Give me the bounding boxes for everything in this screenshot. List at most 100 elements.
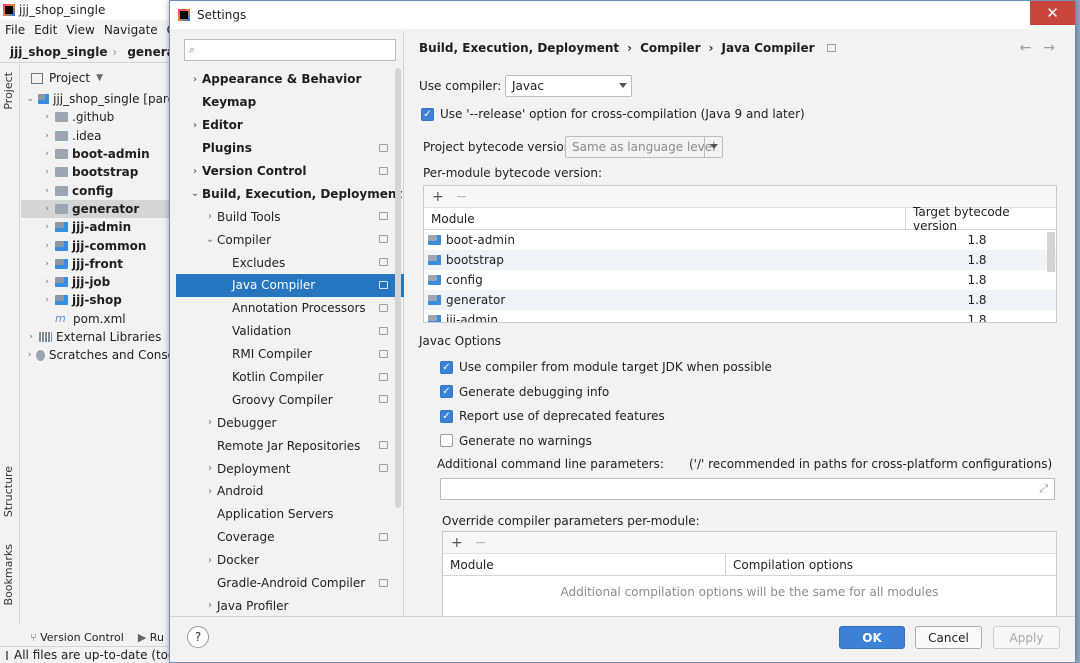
settings-tree-item[interactable]: ⌄ Build, Execution, Deployment bbox=[176, 182, 404, 205]
menu-edit[interactable]: Edit bbox=[34, 23, 57, 37]
table-row[interactable]: boot-admin 1.8 bbox=[424, 230, 1056, 250]
nav-scrollbar[interactable] bbox=[395, 68, 401, 508]
breadcrumb-module[interactable]: generato bbox=[127, 45, 175, 59]
chevron-right-icon[interactable]: › bbox=[41, 112, 53, 122]
project-tree-item[interactable]: › bootstrap bbox=[21, 163, 175, 181]
settings-tree-item[interactable]: › Android bbox=[176, 480, 404, 503]
project-tree-item[interactable]: ⌄ jjj_shop_single [pare bbox=[21, 90, 175, 108]
use-compiler-select[interactable]: Javac bbox=[505, 75, 632, 97]
settings-tree-item[interactable]: Gradle-Android Compiler bbox=[176, 572, 404, 595]
javac-option-checkbox[interactable]: Generate no warnings bbox=[440, 434, 592, 448]
close-button[interactable]: ✕ bbox=[1030, 1, 1075, 25]
chevron-right-icon[interactable]: › bbox=[203, 600, 217, 611]
expand-icon[interactable]: ⤢ bbox=[1039, 482, 1048, 496]
table-row[interactable]: generator 1.8 bbox=[424, 290, 1056, 310]
column-compilation-options[interactable]: Compilation options bbox=[726, 554, 1056, 575]
project-tree-item[interactable]: › .github bbox=[21, 108, 175, 126]
settings-tree-item[interactable]: › Deployment bbox=[176, 457, 404, 480]
javac-option-checkbox[interactable]: ✓ Report use of deprecated features bbox=[440, 409, 665, 423]
javac-option-checkbox[interactable]: ✓ Use compiler from module target JDK whe… bbox=[440, 360, 772, 374]
settings-tree-item[interactable]: › Build Tools bbox=[176, 205, 404, 228]
release-option-checkbox[interactable]: ✓ Use '--release' option for cross-compi… bbox=[421, 107, 805, 121]
settings-tree-item[interactable]: Remote Jar Repositories bbox=[176, 434, 404, 457]
chevron-right-icon[interactable]: › bbox=[188, 120, 202, 131]
project-tree-item[interactable]: › jjj-front bbox=[21, 255, 175, 273]
project-tree-item[interactable]: › jjj-job bbox=[21, 273, 175, 291]
menu-view[interactable]: View bbox=[66, 23, 94, 37]
cancel-button[interactable]: Cancel bbox=[915, 626, 982, 649]
chevron-right-icon[interactable]: › bbox=[188, 74, 202, 85]
chevron-right-icon[interactable]: › bbox=[203, 555, 217, 566]
tab-run[interactable]: ▶ Ru bbox=[138, 631, 164, 644]
settings-tree-item[interactable]: Application Servers bbox=[176, 503, 404, 526]
menu-file[interactable]: File bbox=[5, 23, 25, 37]
apply-button[interactable]: Apply bbox=[993, 626, 1060, 649]
chevron-right-icon[interactable]: › bbox=[41, 167, 53, 177]
chevron-right-icon[interactable]: › bbox=[203, 211, 217, 222]
chevron-right-icon[interactable]: › bbox=[41, 277, 53, 287]
project-bytecode-select[interactable]: Same as language level bbox=[565, 136, 723, 158]
target-version-cell[interactable]: 1.8 bbox=[906, 310, 1048, 322]
chevron-right-icon[interactable]: › bbox=[41, 204, 53, 214]
additional-params-input[interactable]: ⤢ bbox=[440, 478, 1055, 500]
chevron-right-icon[interactable]: › bbox=[203, 463, 217, 474]
menu-navigate[interactable]: Navigate bbox=[104, 23, 158, 37]
settings-tree-item[interactable]: Java Compiler bbox=[176, 274, 404, 297]
project-tree-item[interactable]: m pom.xml bbox=[21, 310, 175, 328]
chevron-right-icon[interactable]: › bbox=[41, 222, 53, 232]
project-tree-item[interactable]: › Scratches and Conso bbox=[21, 346, 175, 364]
tool-tab-project[interactable]: Project bbox=[2, 72, 15, 110]
remove-icon[interactable]: − bbox=[456, 189, 468, 205]
chevron-right-icon[interactable]: › bbox=[41, 131, 53, 141]
chevron-right-icon[interactable]: › bbox=[203, 417, 217, 428]
project-tree-item[interactable]: › boot-admin bbox=[21, 145, 175, 163]
project-tree-item[interactable]: › generator bbox=[21, 199, 175, 219]
ok-button[interactable]: OK bbox=[839, 626, 905, 649]
settings-tree-item[interactable]: Groovy Compiler bbox=[176, 388, 404, 411]
table-scrollbar[interactable] bbox=[1047, 232, 1055, 272]
chevron-right-icon[interactable]: › bbox=[25, 350, 34, 360]
settings-tree-item[interactable]: › Java Profiler bbox=[176, 594, 404, 617]
chevron-right-icon[interactable]: › bbox=[41, 259, 53, 269]
settings-tree-item[interactable]: Annotation Processors bbox=[176, 297, 404, 320]
tab-version-control[interactable]: ⑂ Version Control bbox=[30, 631, 124, 644]
settings-tree-item[interactable]: Keymap bbox=[176, 91, 404, 114]
settings-tree-item[interactable]: › Appearance & Behavior bbox=[176, 68, 404, 91]
settings-tree-item[interactable]: › Version Control bbox=[176, 160, 404, 183]
settings-tree-item[interactable]: Kotlin Compiler bbox=[176, 366, 404, 389]
project-tree-item[interactable]: › External Libraries bbox=[21, 328, 175, 346]
project-panel-title[interactable]: Project bbox=[49, 71, 90, 85]
settings-tree-item[interactable]: › Docker bbox=[176, 549, 404, 572]
javac-option-checkbox[interactable]: ✓ Generate debugging info bbox=[440, 385, 609, 399]
add-icon[interactable]: + bbox=[451, 535, 463, 551]
chevron-right-icon[interactable]: › bbox=[203, 486, 217, 497]
table-row[interactable]: bootstrap 1.8 bbox=[424, 250, 1056, 270]
target-version-cell[interactable]: 1.8 bbox=[906, 270, 1048, 290]
target-version-cell[interactable]: 1.8 bbox=[906, 290, 1048, 310]
project-tree-item[interactable]: › jjj-shop bbox=[21, 291, 175, 309]
remove-icon[interactable]: − bbox=[475, 535, 487, 551]
project-tree-item[interactable]: › jjj-admin bbox=[21, 218, 175, 236]
table-row[interactable]: jjj-admin 1.8 bbox=[424, 310, 1056, 322]
target-version-cell[interactable]: 1.8 bbox=[906, 250, 1048, 270]
add-icon[interactable]: + bbox=[432, 189, 444, 205]
settings-search-input[interactable]: ⌕ bbox=[184, 39, 396, 61]
tool-tab-bookmarks[interactable]: Bookmarks bbox=[2, 544, 15, 605]
chevron-down-icon[interactable]: ▼ bbox=[96, 73, 103, 83]
column-module[interactable]: Module bbox=[424, 208, 906, 229]
settings-tree-item[interactable]: Plugins bbox=[176, 137, 404, 160]
chevron-right-icon[interactable]: ⌄ bbox=[25, 94, 36, 104]
chevron-right-icon[interactable]: › bbox=[41, 241, 53, 251]
settings-tree-item[interactable]: › Editor bbox=[176, 114, 404, 137]
chevron-right-icon[interactable]: › bbox=[25, 332, 37, 342]
chevron-down-icon[interactable]: ⌄ bbox=[203, 234, 217, 245]
chevron-right-icon[interactable]: › bbox=[41, 149, 53, 159]
target-version-cell[interactable]: 1.8 bbox=[906, 230, 1048, 250]
status-toggle-icon[interactable] bbox=[6, 650, 8, 660]
project-tree-item[interactable]: › jjj-common bbox=[21, 236, 175, 254]
forward-arrow-icon[interactable]: → bbox=[1043, 40, 1055, 56]
settings-tree-item[interactable]: Validation bbox=[176, 320, 404, 343]
settings-tree-item[interactable]: RMI Compiler bbox=[176, 343, 404, 366]
tool-tab-structure[interactable]: Structure bbox=[2, 466, 15, 517]
breadcrumb-project[interactable]: jjj_shop_single bbox=[10, 45, 108, 59]
